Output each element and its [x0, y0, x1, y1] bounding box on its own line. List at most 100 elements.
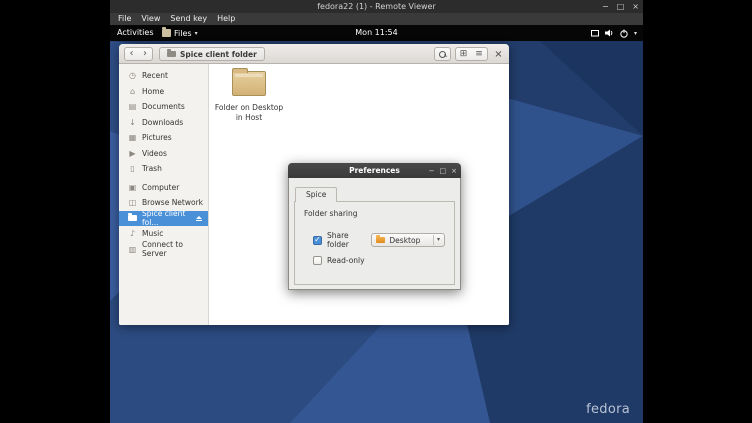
sidebar-item-computer[interactable]: ▣ Computer	[119, 180, 208, 196]
sidebar-item-label: Home	[142, 87, 164, 96]
preferences-body: Spice Folder sharing ✓ Share folder Desk…	[288, 178, 461, 290]
remote-viewer-titlebar[interactable]: fedora22 (1) - Remote Viewer − □ ×	[110, 0, 643, 13]
folder-item[interactable]: Folder on Desktop in Host	[214, 71, 284, 123]
hamburger-icon: ≡	[475, 50, 483, 59]
folder-icon	[232, 71, 266, 96]
path-button-label: Spice client folder	[180, 50, 257, 59]
system-status-area[interactable]: ▾	[591, 25, 637, 41]
preferences-titlebar[interactable]: Preferences − □ ×	[288, 163, 461, 178]
files-headerbar: ‹ › Spice client folder ⊞ ≡ ×	[119, 44, 509, 64]
sidebar-item-home[interactable]: ⌂ Home	[119, 84, 208, 100]
clock[interactable]: Mon 11:54	[355, 25, 397, 41]
download-icon: ↓	[128, 118, 137, 127]
sidebar-item-videos[interactable]: ▶ Videos	[119, 146, 208, 162]
minimize-icon[interactable]: −	[429, 167, 435, 175]
document-icon: ▤	[128, 102, 137, 111]
menu-button[interactable]: ≡	[471, 47, 488, 61]
files-app-icon	[162, 29, 171, 37]
maximize-icon[interactable]: □	[440, 167, 447, 175]
share-folder-checkbox[interactable]: ✓	[313, 236, 322, 245]
window-icon	[591, 29, 599, 37]
sidebar-item-pictures[interactable]: ▦ Pictures	[119, 130, 208, 146]
screen: fedora22 (1) - Remote Viewer − □ × File …	[0, 0, 752, 423]
sidebar-item-connect-to-server[interactable]: ▥ Connect to Server	[119, 242, 208, 258]
read-only-row: Read-only	[313, 256, 445, 265]
gnome-top-bar: Activities Files ▾ Mon 11:54 ▾	[110, 25, 643, 41]
sidebar-item-documents[interactable]: ▤ Documents	[119, 99, 208, 115]
forward-icon: ›	[143, 49, 147, 59]
menubar: File View Send key Help	[110, 13, 643, 25]
spice-tab-panel: Folder sharing ✓ Share folder Desktop ▾ …	[294, 201, 455, 285]
shared-folder-value: Desktop	[389, 236, 429, 245]
path-button[interactable]: Spice client folder	[159, 47, 265, 61]
network-icon: ◫	[128, 198, 137, 207]
trash-icon: ▯	[128, 164, 137, 173]
dialog-window-controls: − □ ×	[429, 163, 457, 178]
sidebar-item-label: Recent	[142, 71, 168, 80]
window-close-button[interactable]: ×	[492, 47, 505, 61]
close-icon[interactable]: ×	[451, 167, 457, 175]
menu-send-key[interactable]: Send key	[165, 13, 212, 25]
sidebar-item-label: Computer	[142, 183, 179, 192]
read-only-label: Read-only	[327, 256, 365, 265]
sidebar-item-label: Pictures	[142, 133, 172, 142]
minimize-icon[interactable]: −	[602, 0, 609, 13]
dropdown-arrow-icon: ▾	[433, 235, 440, 245]
eject-icon[interactable]	[196, 216, 202, 222]
sidebar-item-label: Connect to Server	[142, 240, 208, 258]
preferences-dialog: Preferences − □ × Spice Folder sharing ✓…	[288, 163, 461, 290]
back-button[interactable]: ‹	[124, 47, 139, 61]
computer-icon: ▣	[128, 183, 137, 192]
close-icon: ×	[494, 49, 502, 60]
forward-button[interactable]: ›	[138, 47, 153, 61]
grid-view-icon: ⊞	[460, 50, 468, 59]
sidebar-item-downloads[interactable]: ↓ Downloads	[119, 115, 208, 131]
search-icon	[439, 51, 446, 58]
sidebar-item-trash[interactable]: ▯ Trash	[119, 161, 208, 177]
maximize-icon[interactable]: □	[617, 0, 625, 13]
sidebar-item-browse-network[interactable]: ◫ Browse Network	[119, 195, 208, 211]
sidebar-item-label: Videos	[142, 149, 167, 158]
shared-folder-select[interactable]: Desktop ▾	[371, 233, 445, 247]
sidebar-item-recent[interactable]: ◷ Recent	[119, 68, 208, 84]
sidebar-item-label: Spice client fol...	[142, 209, 191, 227]
folder-sharing-heading: Folder sharing	[304, 209, 445, 218]
image-icon: ▦	[128, 133, 137, 142]
music-note-icon: ♪	[128, 229, 137, 238]
home-icon: ⌂	[128, 87, 137, 96]
sidebar-item-label: Trash	[142, 164, 162, 173]
sidebar-item-spice-client-folder[interactable]: Spice client fol...	[119, 211, 208, 227]
speaker-icon	[605, 29, 614, 37]
files-sidebar: ◷ Recent ⌂ Home ▤ Documents ↓ Downloads …	[119, 64, 209, 325]
remote-viewer-window: fedora22 (1) - Remote Viewer − □ × File …	[110, 0, 643, 423]
fedora-logo: fedora	[586, 402, 630, 417]
sidebar-item-label: Documents	[142, 102, 185, 111]
activities-button[interactable]: Activities	[117, 25, 154, 41]
grid-view-button[interactable]: ⊞	[455, 47, 472, 61]
folder-item-label: Folder on Desktop in Host	[214, 103, 284, 123]
sidebar-item-label: Browse Network	[142, 198, 203, 207]
window-title: fedora22 (1) - Remote Viewer	[110, 0, 643, 13]
clock-icon: ◷	[128, 71, 137, 80]
read-only-checkbox[interactable]	[313, 256, 322, 265]
menu-file[interactable]: File	[113, 13, 136, 25]
chevron-down-icon: ▾	[195, 30, 198, 37]
back-icon: ‹	[130, 49, 134, 59]
folder-icon	[128, 215, 137, 221]
sidebar-item-label: Music	[142, 229, 163, 238]
check-icon: ✓	[314, 236, 321, 244]
share-folder-label: Share folder	[327, 231, 363, 249]
video-icon: ▶	[128, 149, 137, 158]
window-controls: − □ ×	[602, 0, 639, 13]
tab-spice[interactable]: Spice	[295, 187, 337, 202]
power-icon	[620, 29, 628, 38]
desktop-folder-icon	[376, 237, 385, 243]
server-icon: ▥	[128, 245, 137, 254]
app-menu-button[interactable]: Files ▾	[162, 25, 198, 41]
menu-help[interactable]: Help	[212, 13, 240, 25]
sidebar-item-music[interactable]: ♪ Music	[119, 226, 208, 242]
menu-view[interactable]: View	[136, 13, 165, 25]
close-icon[interactable]: ×	[632, 0, 639, 13]
folder-icon	[167, 51, 176, 57]
search-button[interactable]	[434, 47, 451, 61]
